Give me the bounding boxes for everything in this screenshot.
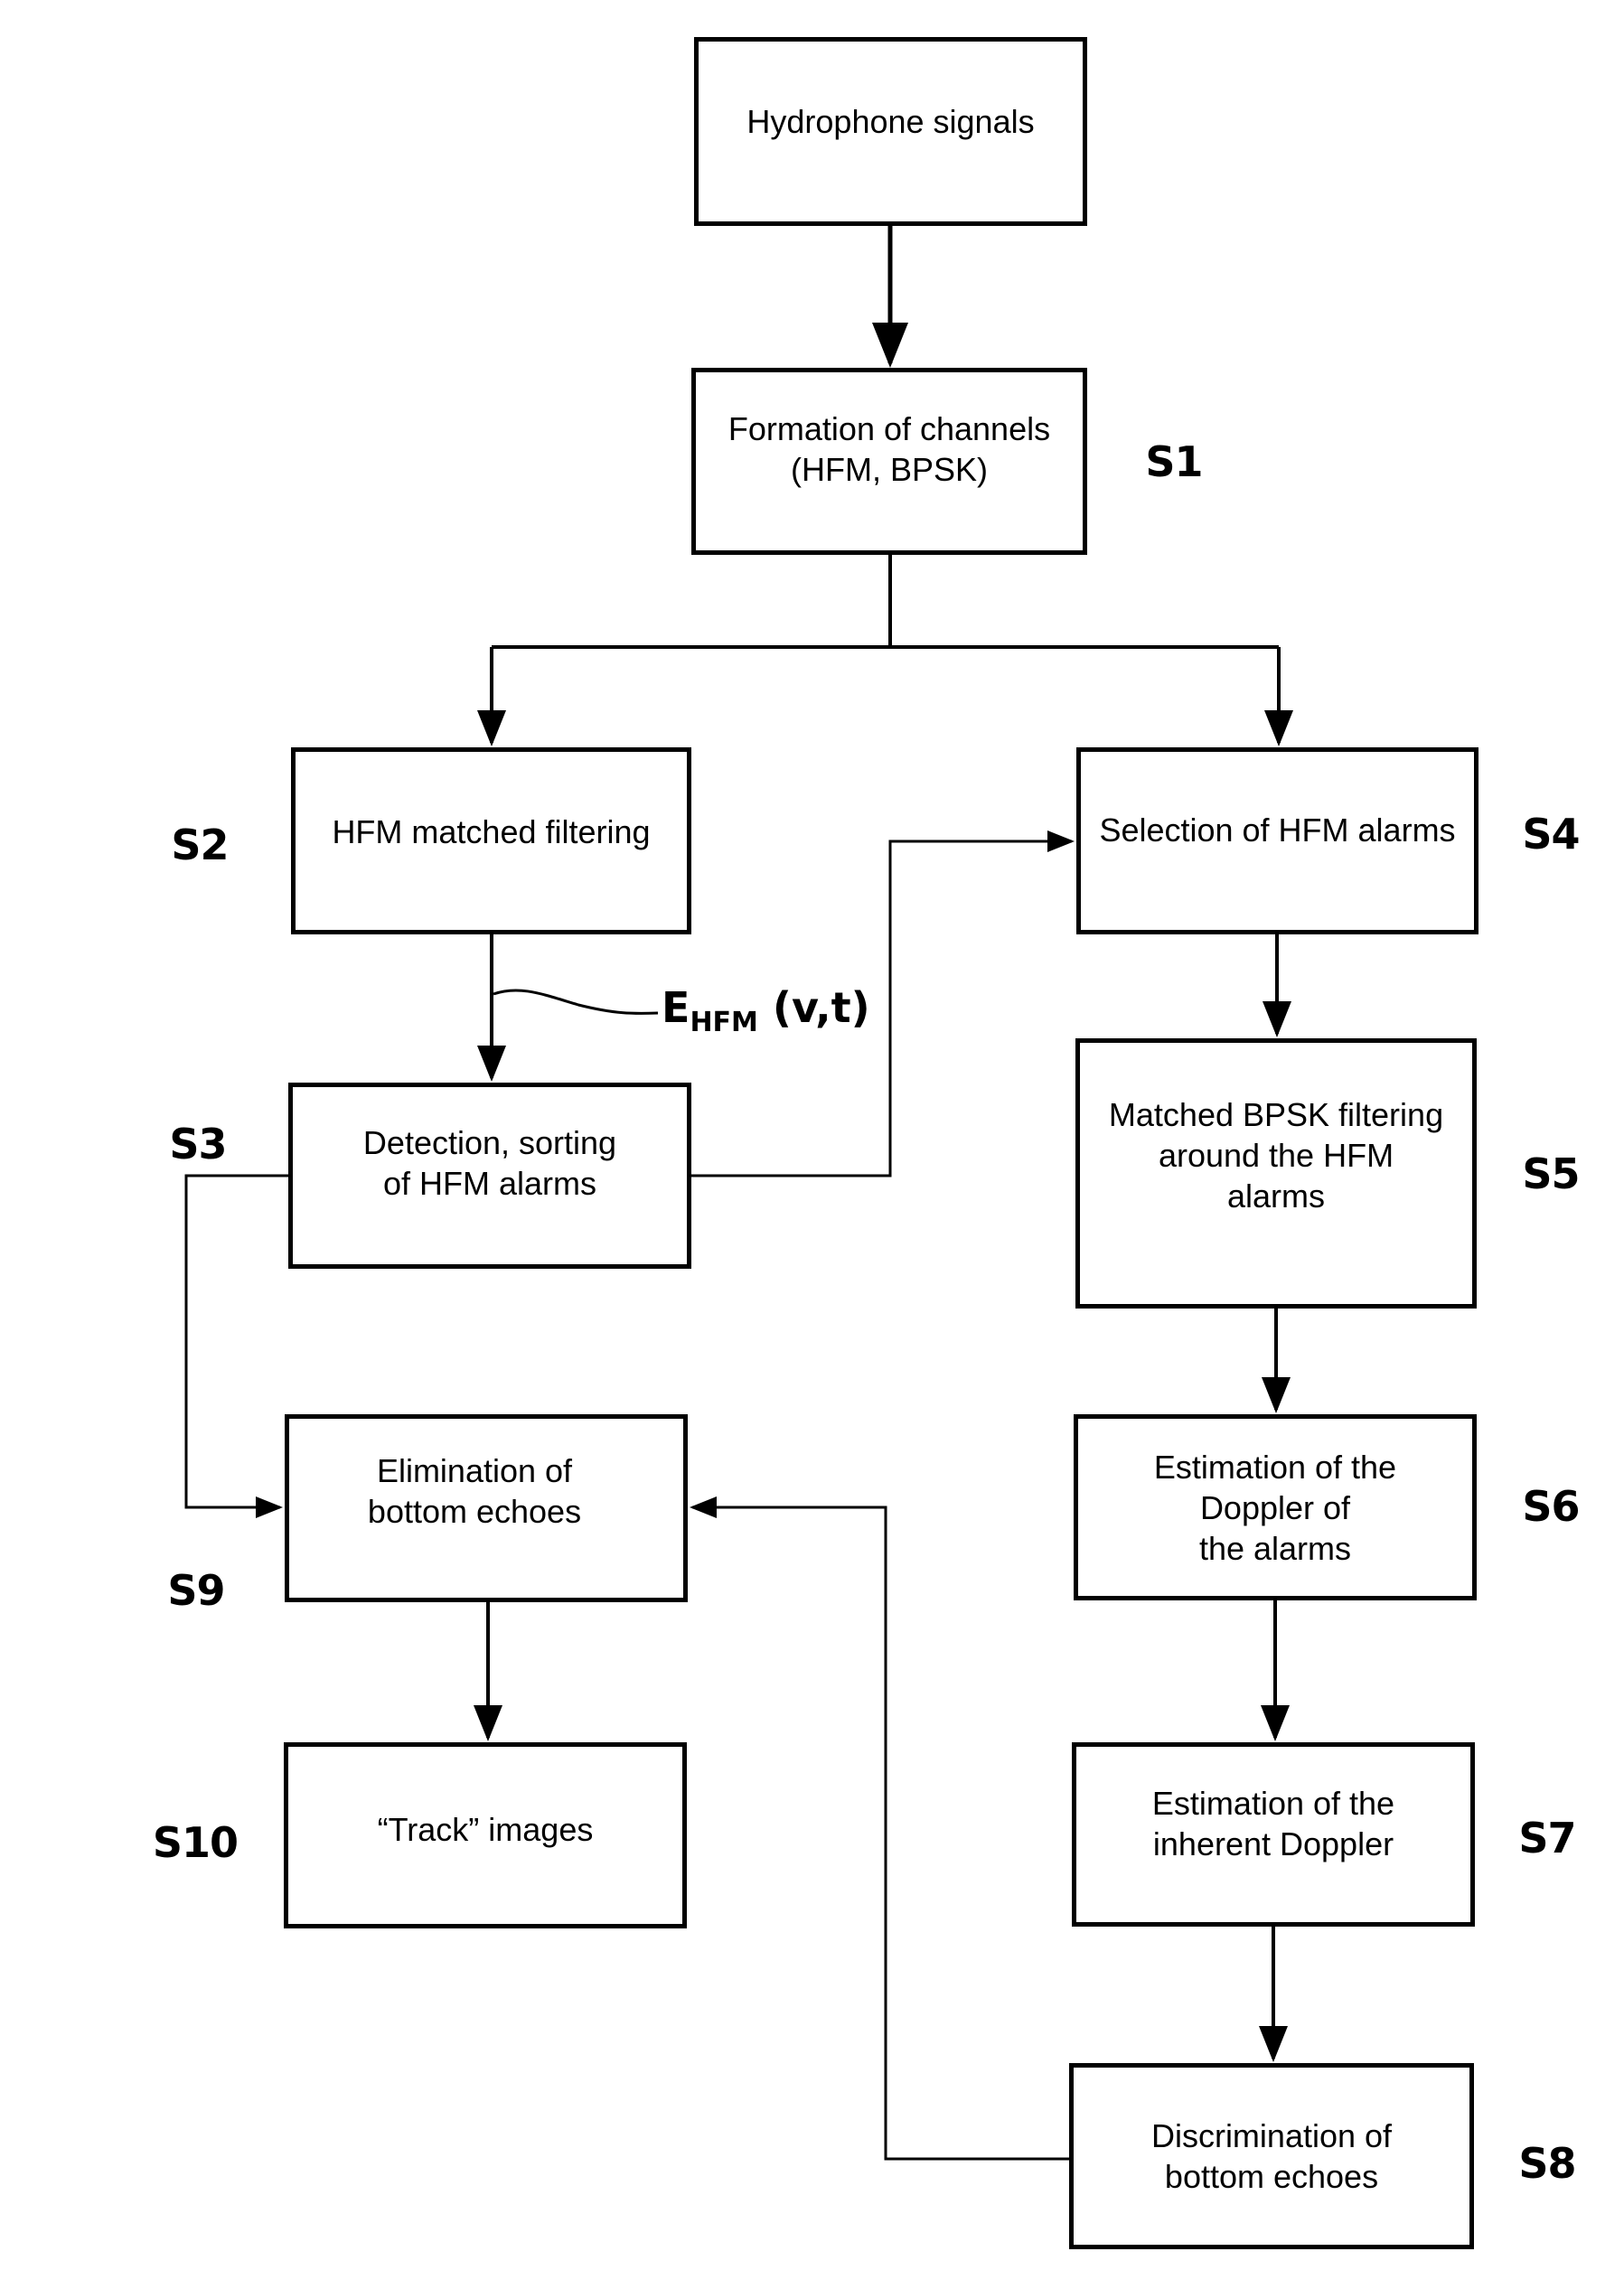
node-s10-track-images: “Track” images <box>284 1742 687 1928</box>
step-label-s10: S10 <box>152 1818 239 1867</box>
step-label-s9: S9 <box>167 1566 225 1615</box>
signal-label-main: E <box>662 983 690 1032</box>
step-label-s8: S8 <box>1518 2139 1576 2188</box>
signal-label-ehfm: EHFM (v,t) <box>662 983 870 1038</box>
node-s4-selection-of-hfm-alarms: Selection of HFM alarms <box>1076 747 1478 934</box>
signal-label-args: (v,t) <box>757 983 870 1032</box>
step-label-s4: S4 <box>1522 810 1580 858</box>
node-s3-detection-sorting: Detection, sorting of HFM alarms <box>288 1083 691 1269</box>
step-label-s7: S7 <box>1518 1814 1576 1862</box>
step-label-s3: S3 <box>169 1120 227 1168</box>
node-s9-elimination-bottom-echoes: Elimination of bottom echoes <box>285 1414 688 1602</box>
step-label-s5: S5 <box>1522 1149 1580 1198</box>
node-s5-matched-bpsk-filtering: Matched BPSK filtering around the HFM al… <box>1075 1038 1477 1309</box>
node-s6-estimation-doppler-alarms: Estimation of the Doppler of the alarms <box>1074 1414 1477 1600</box>
step-label-s1: S1 <box>1145 437 1203 486</box>
signal-leader-curve <box>493 989 659 1015</box>
edge-s3-s9 <box>184 1174 288 1518</box>
step-label-s2: S2 <box>171 821 229 869</box>
node-s7-estimation-inherent-doppler: Estimation of the inherent Doppler <box>1072 1742 1475 1927</box>
node-hydrophone-signals: Hydrophone signals <box>694 37 1087 226</box>
edge-s8-s9 <box>690 1496 1069 2161</box>
node-s8-discrimination-bottom-echoes: Discrimination of bottom echoes <box>1069 2063 1474 2249</box>
step-label-s6: S6 <box>1522 1482 1580 1531</box>
node-s1-formation-of-channels: Formation of channels (HFM, BPSK) <box>691 368 1087 555</box>
node-s2-hfm-matched-filtering: HFM matched filtering <box>291 747 691 934</box>
signal-label-subscript: HFM <box>690 1007 758 1038</box>
